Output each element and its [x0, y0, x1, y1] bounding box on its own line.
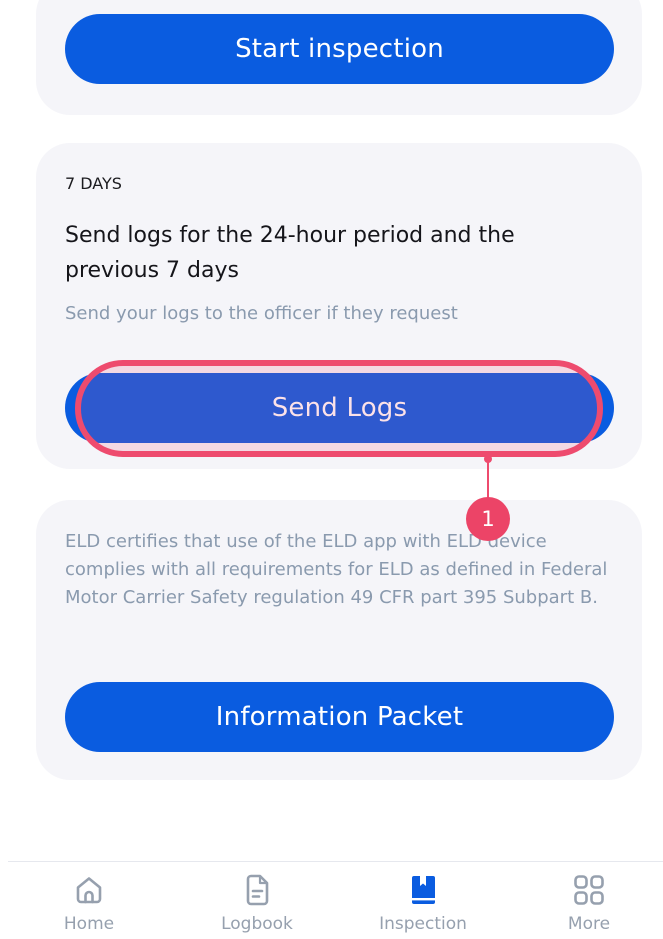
days-label: 7 DAYS [65, 174, 122, 193]
annotation-highlight [75, 360, 603, 457]
eld-certification-text: ELD certifies that use of the ELD app wi… [65, 531, 608, 608]
nav-label-inspection: Inspection [379, 914, 467, 934]
home-icon [76, 877, 102, 904]
start-inspection-card: Start inspection [36, 0, 642, 115]
annotation-callout-dot [484, 455, 492, 463]
nav-item-more[interactable]: More [529, 866, 649, 939]
nav-item-inspection[interactable]: Inspection [363, 866, 483, 939]
nav-label-more: More [567, 914, 611, 934]
days-subtitle: Send your logs to the officer if they re… [65, 303, 458, 324]
days-title: Send logs for the 24-hour period and the… [65, 223, 515, 283]
grid-icon [574, 875, 604, 905]
nav-label-logbook: Logbook [221, 914, 293, 934]
inspection-screen: Start inspection 7 DAYS Send logs for th… [0, 0, 663, 939]
document-icon [246, 874, 269, 906]
annotation-callout-line [487, 457, 489, 499]
nav-label-home: Home [63, 914, 115, 934]
annotation-badge: 1 [466, 497, 510, 541]
start-inspection-button[interactable]: Start inspection [65, 14, 614, 84]
information-packet-button[interactable]: Information Packet [65, 682, 614, 752]
nav-item-home[interactable]: Home [29, 866, 149, 939]
nav-item-logbook[interactable]: Logbook [197, 866, 317, 939]
eld-info-card: ELD certifies that use of the ELD app wi… [36, 500, 642, 780]
book-icon [412, 876, 435, 904]
bottom-nav: Home Logbook Inspection More [8, 861, 663, 939]
